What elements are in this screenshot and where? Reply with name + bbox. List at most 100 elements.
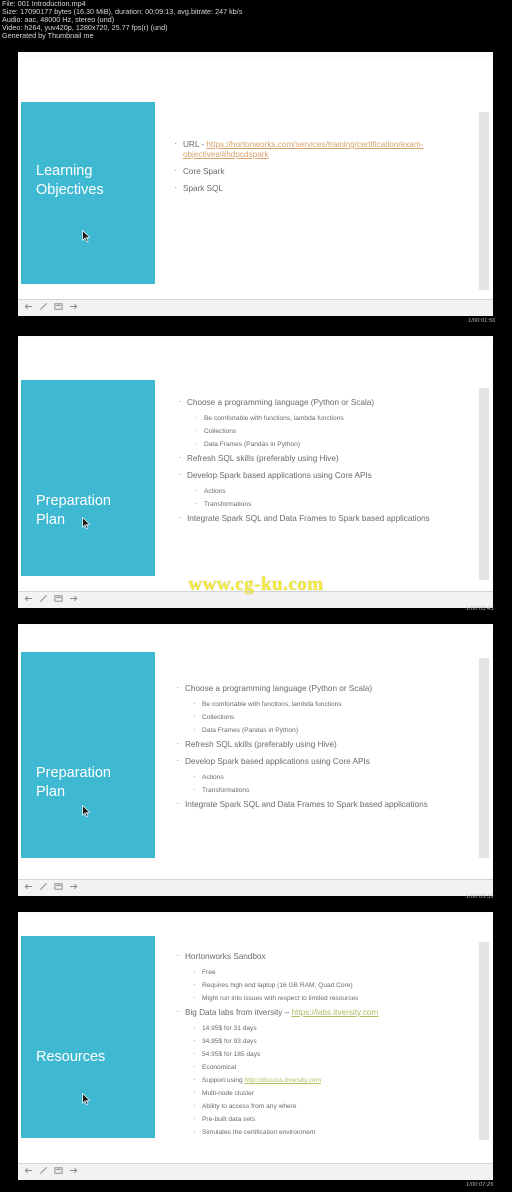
bullet-text: Transformations <box>202 787 250 794</box>
bullet-item: Requires high end laptop (16 GB RAM, Qua… <box>176 981 471 990</box>
bullet-link[interactable]: https://labs.itversity.com <box>291 1008 378 1017</box>
toolbar-icon-group <box>24 302 78 311</box>
pencil-icon[interactable] <box>39 1166 48 1175</box>
bullet-item: URL - https://hortonworks.com/services/t… <box>174 139 471 160</box>
bullet-item: Be comfortable with functions, lambda fu… <box>176 700 471 709</box>
bullet-text: Free <box>202 969 216 976</box>
slide-canvas: Resources Hortonworks Sandbox Free Requires… <box>18 912 493 1164</box>
next-icon[interactable] <box>69 882 78 891</box>
slide-canvas: Learning Objectives URL - https://hortonw… <box>18 52 493 300</box>
slide-title-panel: Resources <box>21 936 155 1138</box>
slide-bullet-list: Choose a programming language (Python or… <box>178 397 471 531</box>
pencil-icon[interactable] <box>39 882 48 891</box>
bullet-item: Actions <box>176 773 471 782</box>
slide-header-strip <box>18 336 493 342</box>
slide-title-panel: Preparation Plan <box>21 652 155 858</box>
bullet-text: Refresh SQL skills (preferably using Hiv… <box>185 740 337 749</box>
previous-icon[interactable] <box>24 882 33 891</box>
bullet-text: Develop Spark based applications using C… <box>187 471 372 480</box>
bullet-text: Integrate Spark SQL and Data Frames to S… <box>187 514 430 523</box>
slide-title-panel: Preparation Plan <box>21 380 155 576</box>
next-icon[interactable] <box>69 1166 78 1175</box>
slide-bullet-list: URL - https://hortonworks.com/services/t… <box>174 139 471 201</box>
bullet-text: Refresh SQL skills (preferably using Hiv… <box>187 454 339 463</box>
pencil-icon[interactable] <box>39 302 48 311</box>
bullet-text: Big Data labs from itversity – <box>185 1008 292 1017</box>
slide-scrollbar[interactable] <box>479 658 489 858</box>
bullet-item: 54.95$ for 185 days <box>176 1050 471 1059</box>
metadata-line-generator: Generated by Thumbnail me <box>2 31 94 41</box>
bullet-text: Choose a programming language (Python or… <box>185 684 373 693</box>
slide-thumbnail-4[interactable]: Resources Hortonworks Sandbox Free Requires… <box>18 912 493 1180</box>
bullet-item: Core Spark <box>174 166 471 177</box>
toolbar-icon-group <box>24 882 78 891</box>
video-metadata-header: File: 001 Introduction.mp4 Size: 1709017… <box>2 0 242 40</box>
bullet-text: Core Spark <box>183 167 225 176</box>
bullet-text: Actions <box>204 488 226 495</box>
bullet-item: Refresh SQL skills (preferably using Hiv… <box>178 453 471 464</box>
slide-thumbnail-3[interactable]: Preparation Plan Choose a programming lan… <box>18 624 493 896</box>
bullet-text: Simulates the certification environment <box>202 1129 316 1136</box>
bullet-text: Data Frames (Pandas in Python) <box>202 727 299 734</box>
mouse-cursor <box>82 229 91 243</box>
bullet-text: Integrate Spark SQL and Data Frames to S… <box>185 800 428 809</box>
slide-title-panel: Learning Objectives <box>21 102 155 284</box>
bullet-item: Collections <box>178 427 471 436</box>
bullet-link[interactable]: https://hortonworks.com/services/trainin… <box>183 140 423 159</box>
bullet-text: 54.95$ for 185 days <box>202 1051 261 1058</box>
bullet-text: 14.95$ for 31 days <box>202 1025 257 1032</box>
bullet-item: Collections <box>176 713 471 722</box>
toolbar-icon-group <box>24 1166 78 1175</box>
slide-thumbnail-1[interactable]: Learning Objectives URL - https://hortonw… <box>18 52 493 316</box>
previous-icon[interactable] <box>24 1166 33 1175</box>
screen-icon[interactable] <box>54 1166 63 1175</box>
slide-scrollbar[interactable] <box>479 112 489 290</box>
screen-icon[interactable] <box>54 302 63 311</box>
slide-header-strip <box>18 52 493 58</box>
bullet-text: Support using <box>202 1077 245 1084</box>
bullet-text: Be comfortable with functions, lambda fu… <box>204 415 344 422</box>
bullet-text: Collections <box>204 428 237 435</box>
slide-title: Preparation Plan <box>36 493 111 528</box>
previous-icon[interactable] <box>24 302 33 311</box>
bullet-item: Develop Spark based applications using C… <box>176 756 471 767</box>
screen-icon[interactable] <box>54 882 63 891</box>
bullet-text: 34.95$ for 93 days <box>202 1038 257 1045</box>
bullet-item: Develop Spark based applications using C… <box>178 470 471 481</box>
bullet-text: Multi-node cluster <box>202 1090 255 1097</box>
site-watermark: www.cg-ku.com <box>188 574 324 595</box>
next-icon[interactable] <box>69 302 78 311</box>
player-toolbar <box>18 879 493 896</box>
bullet-item: Economical <box>176 1063 471 1072</box>
frame-timecode: 1/00:01:56 <box>468 318 496 324</box>
bullet-text: Requires high end laptop (16 GB RAM, Qua… <box>202 982 353 989</box>
bullet-item: Multi-node cluster <box>176 1089 471 1098</box>
slide-title: Learning Objectives <box>36 163 104 198</box>
bullet-text: Data Frames (Pandas in Python) <box>204 441 301 448</box>
bullet-item: Pre-built data sets <box>176 1115 471 1124</box>
mouse-cursor <box>82 516 91 530</box>
bullet-text: Spark SQL <box>183 184 224 193</box>
frame-timecode: 1/00:05:39 <box>466 894 494 900</box>
bullet-text: Transformations <box>204 501 252 508</box>
bullet-item: Data Frames (Pandas in Python) <box>176 726 471 735</box>
bullet-item: Data Frames (Pandas in Python) <box>178 440 471 449</box>
bullet-text: Collections <box>202 714 235 721</box>
bullet-item: Support using http://discuss.itversity.c… <box>176 1076 471 1085</box>
bullet-item: Hortonworks Sandbox <box>176 951 471 962</box>
bullet-item: Transformations <box>178 500 471 509</box>
slide-scrollbar[interactable] <box>479 942 489 1140</box>
bullet-text: Actions <box>202 774 224 781</box>
slide-title: Preparation Plan <box>36 765 111 800</box>
slide-bullet-list: Choose a programming language (Python or… <box>176 683 471 817</box>
slide-header-strip <box>18 624 493 630</box>
bullet-item: Actions <box>178 487 471 496</box>
bullet-item: Might run into issues with respect to li… <box>176 994 471 1003</box>
mouse-cursor <box>82 1092 91 1106</box>
frame-timecode: 1/00:03:43 <box>466 606 494 612</box>
slide-scrollbar[interactable] <box>479 388 489 580</box>
bullet-item: Transformations <box>176 786 471 795</box>
slide-thumbnail-2[interactable]: Preparation Plan Choose a programming lan… <box>18 336 493 608</box>
bullet-link[interactable]: http://discuss.itversity.com <box>245 1077 321 1084</box>
bullet-text: Might run into issues with respect to li… <box>202 995 359 1002</box>
